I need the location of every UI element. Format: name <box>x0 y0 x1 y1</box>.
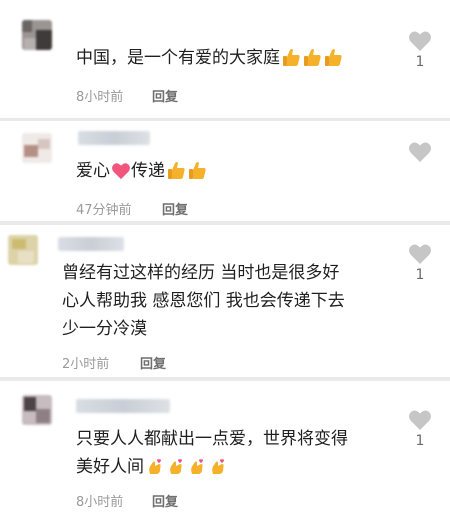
thumbs-up-icon <box>281 47 301 76</box>
heart-icon <box>409 31 431 51</box>
comment-text-line: 美好人间 <box>76 453 348 485</box>
comment-text: 爱心 传递 <box>76 157 207 189</box>
comment-text: 只要人人都献出一点爱，世界将变得 美好人间 <box>76 425 348 485</box>
comment-card: 爱心 传递 47分钟前 回复 <box>0 121 450 221</box>
like-button[interactable] <box>406 141 434 165</box>
finger-heart-icon <box>166 456 186 485</box>
reply-button[interactable]: 回复 <box>152 491 178 510</box>
comment-card: 中国，是一个有爱的大家庭 8小时前 回复 1 <box>0 0 450 118</box>
like-count: 1 <box>415 433 425 449</box>
comment-card: 曾经有过这样的经历 当时也是很多好 心人帮助我 感恩您们 我也会传递下去 少一分… <box>0 225 450 377</box>
heart-icon <box>409 410 431 430</box>
comment-feed: 中国，是一个有爱的大家庭 8小时前 回复 1 爱心 传递 47分钟前 回复 曾经… <box>0 0 450 512</box>
comment-time: 47分钟前 <box>76 203 132 218</box>
comment-time: 8小时前 <box>76 90 124 105</box>
comment-time: 2小时前 <box>62 357 110 372</box>
comment-text-part: 传递 <box>131 161 165 181</box>
thumbs-up-icon <box>166 160 186 189</box>
reply-button[interactable]: 回复 <box>162 199 188 218</box>
comment-text-line: 曾经有过这样的经历 当时也是很多好 <box>62 263 340 283</box>
like-count: 1 <box>415 267 425 283</box>
avatar[interactable] <box>22 133 52 163</box>
like-count: 1 <box>415 54 425 70</box>
heart-icon <box>409 244 431 264</box>
finger-heart-icon <box>145 456 165 485</box>
username[interactable] <box>58 237 124 251</box>
like-button[interactable]: 1 <box>406 243 434 283</box>
comment-time: 8小时前 <box>76 495 124 510</box>
finger-heart-icon <box>187 456 207 485</box>
reply-button[interactable]: 回复 <box>140 353 166 372</box>
avatar[interactable] <box>22 20 52 50</box>
username[interactable] <box>76 399 170 413</box>
thumbs-up-icon <box>187 160 207 189</box>
heart-emoji-icon <box>111 161 131 189</box>
comment-text-line: 中国，是一个有爱的大家庭 <box>76 48 280 68</box>
heart-icon <box>409 142 431 162</box>
username[interactable] <box>78 131 150 145</box>
like-button[interactable]: 1 <box>406 30 434 70</box>
comment-text-line: 少一分冷漠 <box>62 319 147 339</box>
comment-text-line: 只要人人都献出一点爱，世界将变得 <box>76 429 348 449</box>
comment-text: 中国，是一个有爱的大家庭 <box>76 44 343 76</box>
comment-text-line: 心人帮助我 感恩您们 我也会传递下去 <box>62 291 345 311</box>
finger-heart-icon <box>208 456 228 485</box>
reply-button[interactable]: 回复 <box>152 86 178 105</box>
comment-text: 曾经有过这样的经历 当时也是很多好 心人帮助我 感恩您们 我也会传递下去 少一分… <box>62 259 345 343</box>
avatar[interactable] <box>8 235 38 265</box>
comment-text-part: 美好人间 <box>76 457 144 477</box>
like-button[interactable]: 1 <box>406 409 434 449</box>
thumbs-up-icon <box>323 47 343 76</box>
comment-card: 只要人人都献出一点爱，世界将变得 美好人间 8小时前 回复 1 <box>0 381 450 512</box>
comment-text-part: 爱心 <box>76 161 110 181</box>
avatar[interactable] <box>22 395 52 425</box>
thumbs-up-icon <box>302 47 322 76</box>
